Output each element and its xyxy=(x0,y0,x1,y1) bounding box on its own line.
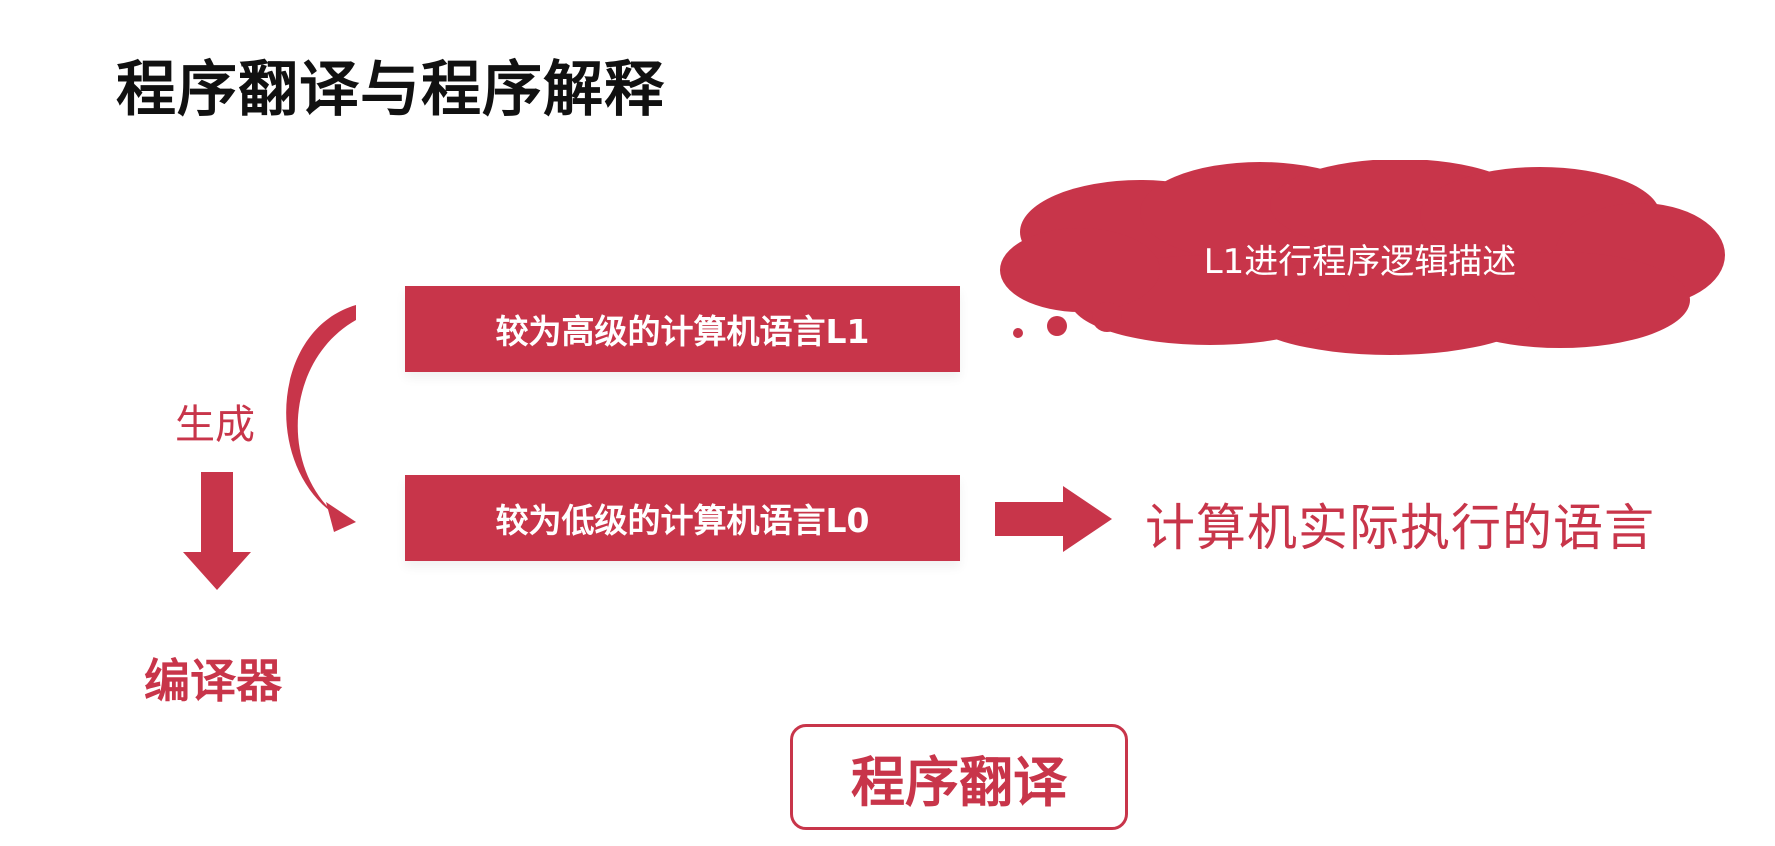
generate-curve-arrowhead xyxy=(326,502,356,532)
generate-curve-arrow xyxy=(286,305,356,518)
cloud-text: L1进行程序逻辑描述 xyxy=(1203,242,1517,282)
down-arrow-head xyxy=(183,552,251,590)
high-level-language-box: 较为高级的计算机语言L1 xyxy=(405,286,960,372)
low-level-language-box: 较为低级的计算机语言L0 xyxy=(405,475,960,561)
right-arrow-head xyxy=(1063,486,1112,552)
down-arrow-shaft xyxy=(201,472,233,552)
page-title: 程序翻译与程序解释 xyxy=(116,55,665,125)
compiler-label: 编译器 xyxy=(144,654,282,708)
right-arrow-shaft xyxy=(995,502,1063,536)
generate-label: 生成 xyxy=(175,402,255,448)
program-translation-box[interactable]: 程序翻译 xyxy=(790,724,1128,830)
executed-language-label: 计算机实际执行的语言 xyxy=(1145,499,1655,557)
